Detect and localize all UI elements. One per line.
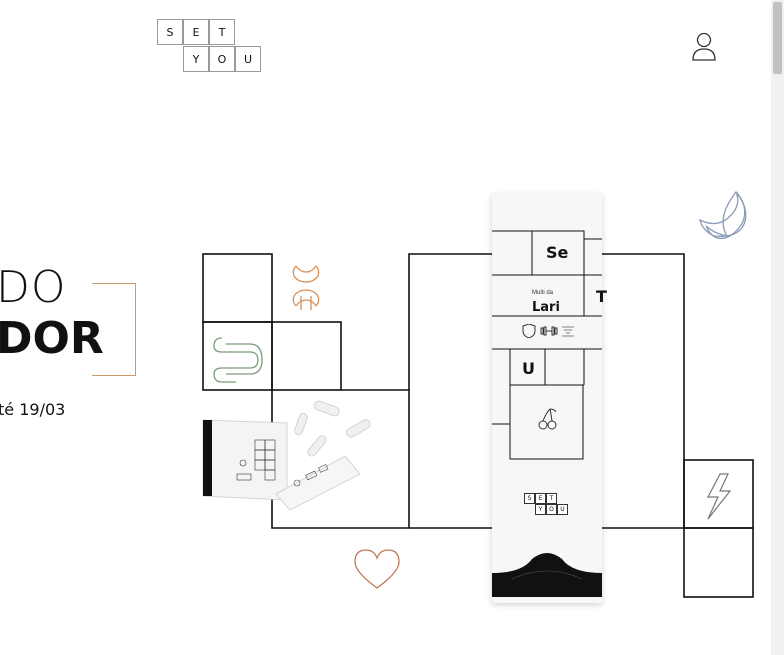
pack-label-se: Se (546, 243, 569, 262)
mini-logo-letter: Y (535, 504, 546, 515)
sachet-image (202, 400, 371, 511)
intestine-icon (213, 337, 263, 383)
heart-icon (354, 549, 400, 589)
dumbbell-icon (540, 326, 558, 336)
pack-label-t: T (596, 287, 607, 306)
cherry-icon (538, 408, 557, 430)
lightning-icon (707, 473, 732, 520)
joint-icon (292, 265, 320, 310)
product-illustration (202, 191, 754, 598)
mini-logo-letter: O (546, 504, 557, 515)
scrollbar-thumb[interactable] (773, 2, 782, 74)
pack-bottom-black (492, 553, 602, 597)
mini-logo-letter: S (524, 493, 535, 504)
product-box: Se T Multi da Lari U S E T Y O U (492, 193, 607, 603)
pack-multi-label: Multi da (532, 290, 554, 296)
pack-mini-logo: S E T Y O U (524, 493, 572, 517)
page-scrollbar[interactable] (771, 0, 784, 655)
mini-logo-letter: T (546, 493, 557, 504)
mini-logo-letter: U (557, 504, 568, 515)
mini-logo-letter: E (535, 493, 546, 504)
moon-icon (699, 191, 747, 240)
shield-icon (522, 324, 574, 338)
pack-label-u: U (522, 359, 535, 378)
pack-product-name: Lari (532, 300, 560, 315)
